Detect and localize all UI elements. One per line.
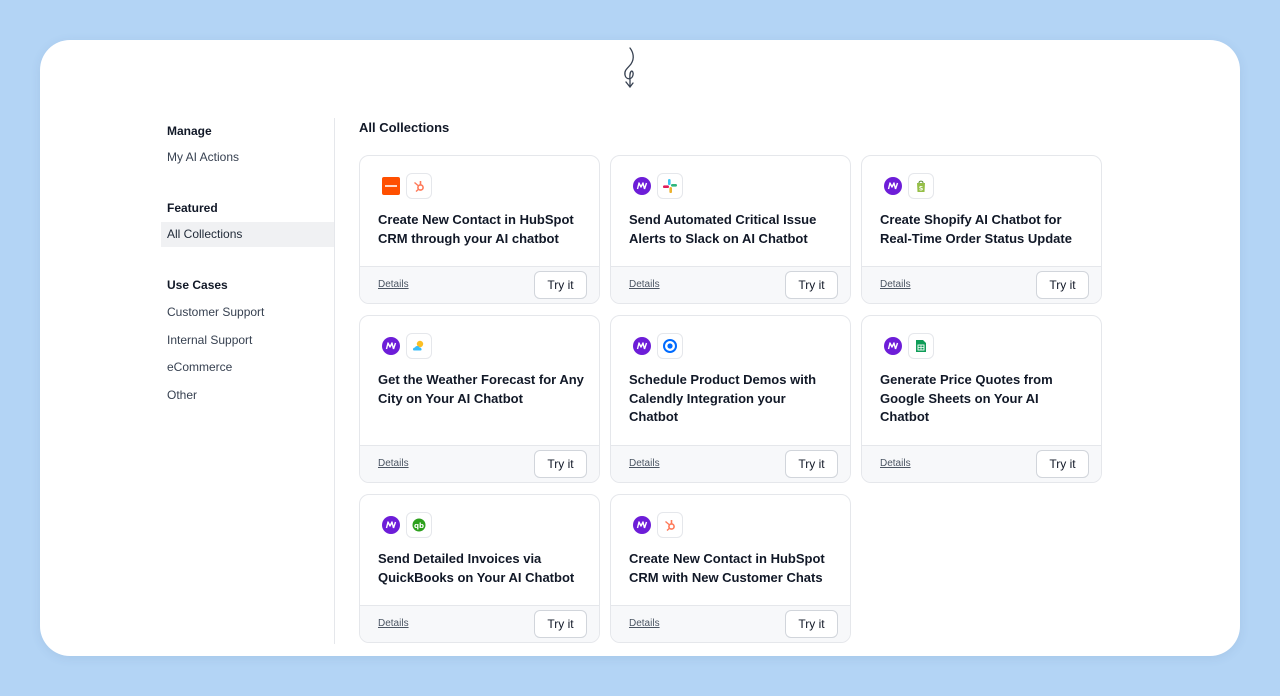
try-it-button[interactable]: Try it: [785, 450, 838, 478]
sidebar-heading-featured: Featured: [167, 201, 218, 215]
details-link[interactable]: Details: [629, 458, 660, 469]
card-title: Create New Contact in HubSpot CRM with N…: [629, 551, 825, 585]
google-sheets-icon: [908, 333, 934, 359]
svg-text:qb: qb: [414, 522, 424, 530]
page-title: All Collections: [359, 120, 450, 135]
card-footer: Details Try it: [611, 605, 850, 642]
sidebar-item-internal-support[interactable]: Internal Support: [161, 328, 334, 353]
weather-icon: [406, 333, 432, 359]
sidebar: Manage My AI Actions Featured All Collec…: [161, 118, 335, 644]
card-title: Generate Price Quotes from Google Sheets…: [880, 372, 1053, 424]
sidebar-item-other[interactable]: Other: [161, 383, 334, 408]
calendly-icon: [657, 333, 683, 359]
details-link[interactable]: Details: [880, 458, 911, 469]
sidebar-heading-use-cases: Use Cases: [167, 278, 228, 292]
card-title: Create New Contact in HubSpot CRM throug…: [378, 212, 574, 246]
make-icon: [880, 333, 906, 359]
details-link[interactable]: Details: [629, 618, 660, 629]
try-it-button[interactable]: Try it: [1036, 271, 1089, 299]
try-it-button[interactable]: Try it: [534, 271, 587, 299]
try-it-button[interactable]: Try it: [785, 271, 838, 299]
collection-card: S Create Shopify AI Chatbot for Real-Tim…: [861, 155, 1102, 304]
app-window: Manage My AI Actions Featured All Collec…: [40, 40, 1240, 656]
collection-card: qb Send Detailed Invoices via QuickBooks…: [359, 494, 600, 643]
card-footer: Details Try it: [360, 605, 599, 642]
collection-card: Send Automated Critical Issue Alerts to …: [610, 155, 851, 304]
card-title: Create Shopify AI Chatbot for Real-Time …: [880, 212, 1072, 246]
zapier-icon: [378, 173, 404, 199]
card-title: Get the Weather Forecast for Any City on…: [378, 372, 584, 406]
card-footer: Details Try it: [611, 266, 850, 303]
card-title: Send Detailed Invoices via QuickBooks on…: [378, 551, 575, 585]
sidebar-item-my-ai-actions[interactable]: My AI Actions: [161, 145, 334, 170]
sidebar-heading-manage: Manage: [167, 124, 212, 138]
card-title: Send Automated Critical Issue Alerts to …: [629, 212, 817, 246]
make-icon: [378, 333, 404, 359]
sidebar-item-customer-support[interactable]: Customer Support: [161, 300, 334, 325]
card-footer: Details Try it: [862, 266, 1101, 303]
collection-card: Create New Contact in HubSpot CRM with N…: [610, 494, 851, 643]
try-it-button[interactable]: Try it: [1036, 450, 1089, 478]
hubspot-icon: [406, 173, 432, 199]
sidebar-item-all-collections[interactable]: All Collections: [161, 222, 334, 247]
card-footer: Details Try it: [611, 445, 850, 482]
collection-card: Generate Price Quotes from Google Sheets…: [861, 315, 1102, 483]
try-it-button[interactable]: Try it: [534, 610, 587, 638]
card-footer: Details Try it: [862, 445, 1101, 482]
hubspot-icon: [657, 512, 683, 538]
slack-icon: [657, 173, 683, 199]
card-footer: Details Try it: [360, 266, 599, 303]
card-title: Schedule Product Demos with Calendly Int…: [629, 372, 817, 424]
details-link[interactable]: Details: [880, 279, 911, 290]
make-icon: [629, 173, 655, 199]
make-icon: [378, 512, 404, 538]
shopify-icon: S: [908, 173, 934, 199]
try-it-button[interactable]: Try it: [534, 450, 587, 478]
make-icon: [880, 173, 906, 199]
collection-card: Schedule Product Demos with Calendly Int…: [610, 315, 851, 483]
details-link[interactable]: Details: [378, 618, 409, 629]
make-icon: [629, 512, 655, 538]
collection-card: Create New Contact in HubSpot CRM throug…: [359, 155, 600, 304]
details-link[interactable]: Details: [629, 279, 660, 290]
details-link[interactable]: Details: [378, 458, 409, 469]
card-footer: Details Try it: [360, 445, 599, 482]
sidebar-item-ecommerce[interactable]: eCommerce: [161, 355, 334, 380]
logo-icon[interactable]: [618, 46, 642, 88]
details-link[interactable]: Details: [378, 279, 409, 290]
collection-card: Get the Weather Forecast for Any City on…: [359, 315, 600, 483]
make-icon: [629, 333, 655, 359]
quickbooks-icon: qb: [406, 512, 432, 538]
try-it-button[interactable]: Try it: [785, 610, 838, 638]
svg-text:S: S: [919, 186, 923, 193]
